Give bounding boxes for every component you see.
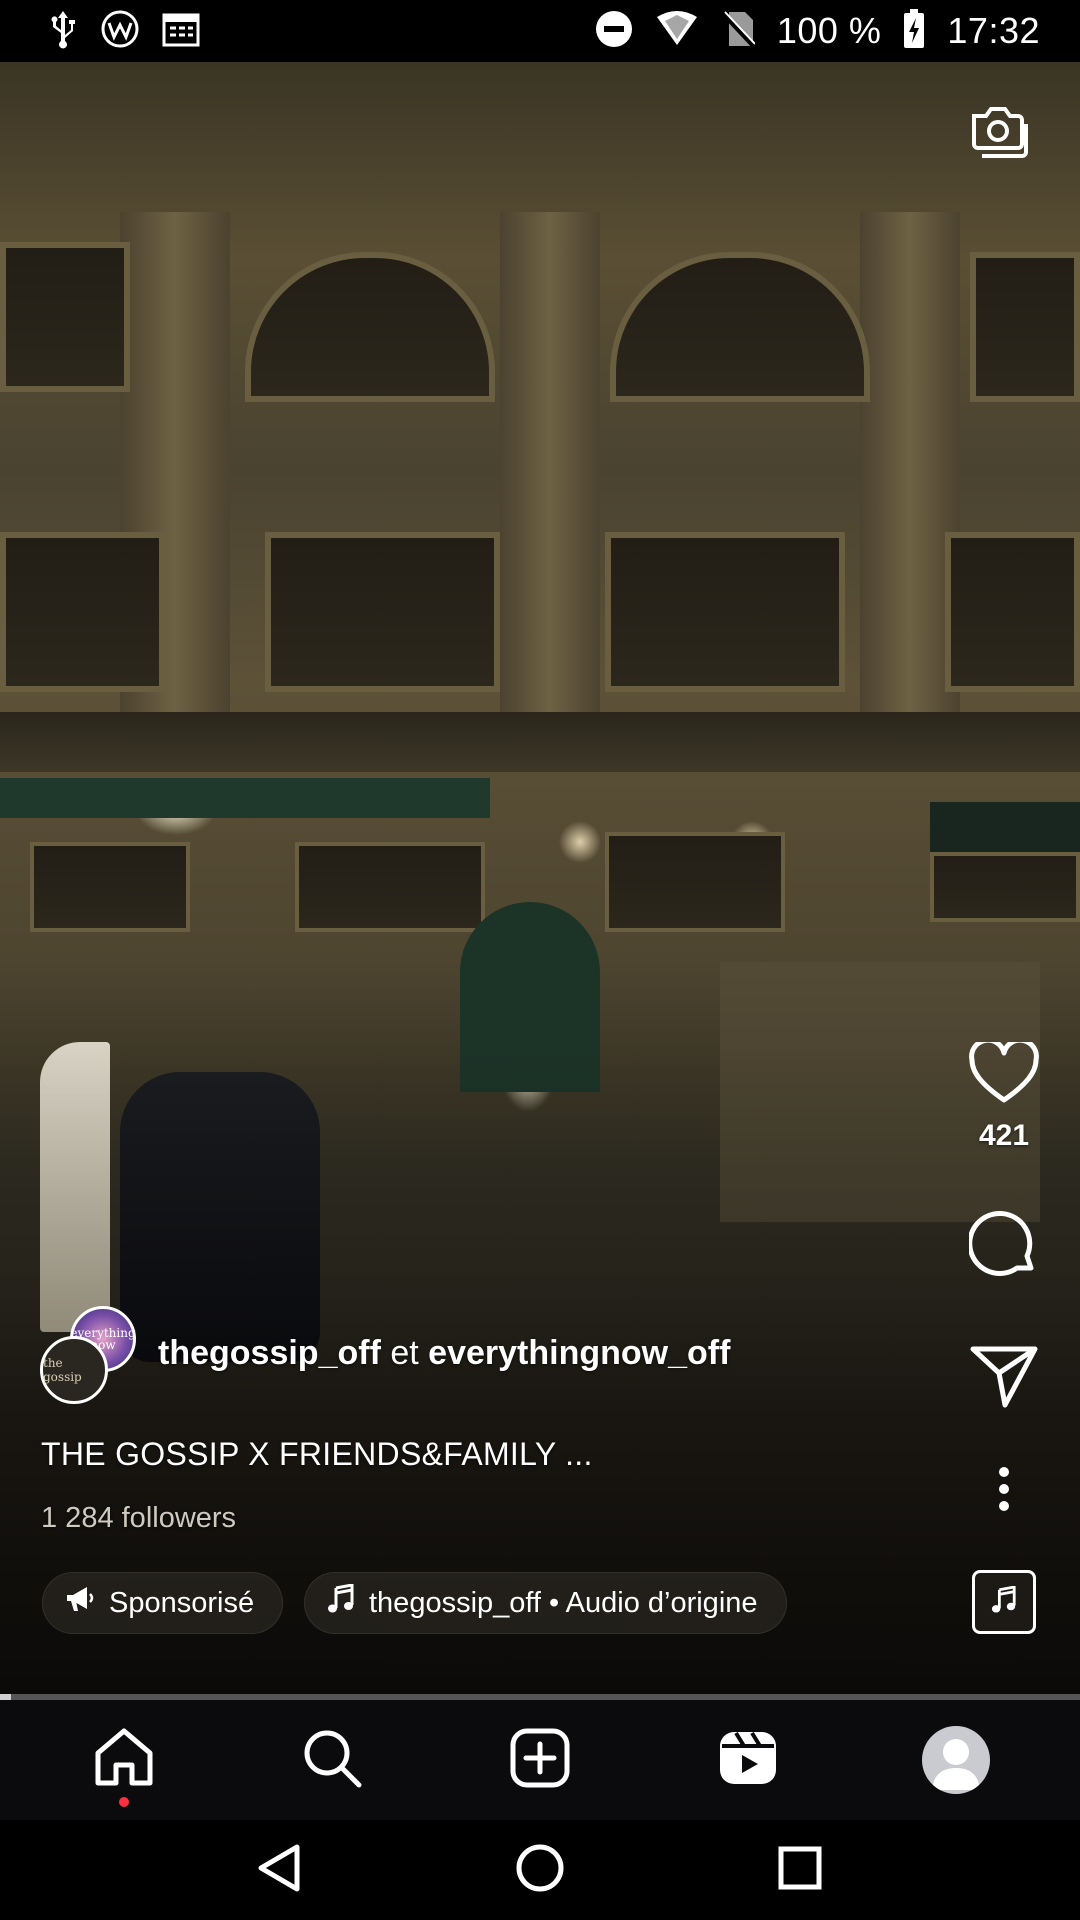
no-sim-icon <box>721 10 756 53</box>
system-navigation <box>0 1820 1080 1920</box>
calendar-icon <box>162 11 200 52</box>
author-username[interactable]: thegossip_off <box>158 1334 381 1372</box>
music-note-icon <box>991 1584 1017 1619</box>
heart-icon <box>969 1037 1039 1109</box>
share-button[interactable] <box>958 1345 1050 1414</box>
audio-thumbnail[interactable] <box>972 1570 1036 1634</box>
reels-tab[interactable] <box>693 1705 803 1815</box>
clock: 17:32 <box>947 10 1040 51</box>
browser-icon <box>100 9 140 54</box>
search-tab[interactable] <box>277 1705 387 1815</box>
sponsored-pill[interactable]: Sponsorisé <box>42 1572 284 1634</box>
home-tab[interactable] <box>69 1705 179 1815</box>
create-icon <box>510 1728 570 1793</box>
recents-icon <box>777 1845 823 1896</box>
home-icon <box>92 1727 156 1794</box>
do-not-disturb-icon <box>595 10 633 53</box>
reels-icon <box>718 1728 778 1793</box>
create-tab[interactable] <box>485 1705 595 1815</box>
music-note-icon <box>327 1583 355 1622</box>
megaphone-icon <box>65 1585 95 1621</box>
system-back-button[interactable] <box>235 1825 325 1915</box>
author-connector: et <box>390 1334 419 1372</box>
home-circle-icon <box>515 1843 565 1898</box>
sponsored-label: Sponsorisé <box>109 1586 255 1619</box>
camera-icon[interactable] <box>966 100 1030 164</box>
system-recents-button[interactable] <box>755 1825 845 1915</box>
audio-label: thegossip_off • Audio d’origine <box>369 1586 758 1619</box>
like-count: 421 <box>978 1119 1030 1152</box>
search-icon <box>301 1727 363 1794</box>
notification-dot <box>119 1797 129 1807</box>
back-icon <box>257 1843 303 1898</box>
more-options-button[interactable] <box>958 1466 1050 1517</box>
profile-avatar <box>922 1726 990 1794</box>
comment-icon <box>967 1210 1039 1285</box>
comment-button[interactable] <box>958 1210 1050 1285</box>
followers-count: 1 284 followers <box>41 1502 237 1534</box>
system-home-button[interactable] <box>495 1825 585 1915</box>
more-vertical-icon <box>998 1466 1010 1517</box>
author-avatars[interactable]: everything now the gossip <box>40 1306 140 1406</box>
send-icon <box>969 1345 1039 1414</box>
battery-percent: 100 % <box>776 10 882 51</box>
audio-pill[interactable]: thegossip_off • Audio d’origine <box>304 1572 787 1634</box>
reel-caption[interactable]: THE GOSSIP X FRIENDS&FAMILY ... <box>41 1436 593 1473</box>
author-line: thegossip_off et everythingnow_off <box>158 1334 730 1373</box>
like-button[interactable]: 421 <box>958 1037 1050 1153</box>
collaborator-username[interactable]: everythingnow_off <box>428 1334 730 1372</box>
usb-icon <box>48 9 78 54</box>
profile-tab[interactable] <box>901 1705 1011 1815</box>
battery-charging-icon <box>903 8 925 54</box>
avatar: the gossip <box>40 1336 108 1404</box>
status-bar: 100 % 17:32 <box>0 0 1080 62</box>
bottom-navigation <box>0 1700 1080 1820</box>
wifi-icon <box>655 10 699 52</box>
